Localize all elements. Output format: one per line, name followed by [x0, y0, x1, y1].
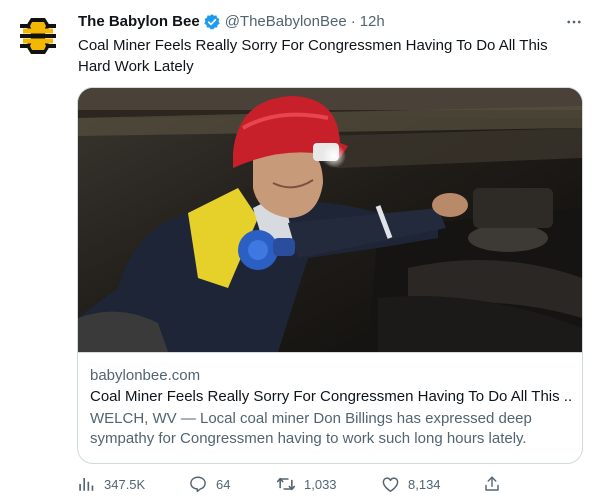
- card-description: WELCH, WV — Local coal miner Don Billing…: [90, 410, 532, 447]
- author-handle[interactable]: @TheBabylonBee: [225, 12, 347, 32]
- like-count: 8,134: [408, 476, 441, 492]
- header-separator: ·: [350, 13, 356, 30]
- tweet-text: Coal Miner Feels Really Sorry For Congre…: [78, 37, 548, 75]
- bee-logo-icon: [20, 18, 56, 54]
- views-count: 347.5K: [104, 476, 146, 492]
- tweet-timestamp[interactable]: 12h: [360, 12, 385, 32]
- analytics-icon: [76, 474, 96, 494]
- share-button[interactable]: [482, 472, 502, 496]
- reply-count: 64: [216, 476, 231, 492]
- retweet-button[interactable]: 1,033: [276, 472, 337, 496]
- avatar[interactable]: [14, 12, 62, 60]
- card-divider: [78, 352, 582, 353]
- card-title[interactable]: Coal Miner Feels Really Sorry For Congre…: [90, 387, 572, 407]
- more-options-icon[interactable]: [564, 12, 584, 32]
- like-button[interactable]: 8,134: [380, 472, 441, 496]
- tweet[interactable]: The Babylon Bee @TheBabylonBee · 12h Coa…: [0, 0, 598, 504]
- share-icon: [482, 474, 502, 494]
- verified-badge-icon: [203, 13, 221, 31]
- coal-miner-photo[interactable]: [78, 88, 582, 352]
- heart-icon: [380, 474, 400, 494]
- author-display-name[interactable]: The Babylon Bee: [78, 12, 200, 32]
- retweet-icon: [276, 474, 296, 494]
- reply-button[interactable]: 64: [188, 472, 230, 496]
- retweet-count: 1,033: [304, 476, 337, 492]
- views-button[interactable]: 347.5K: [76, 472, 145, 496]
- reply-icon: [188, 474, 208, 494]
- tweet-header: The Babylon Bee @TheBabylonBee · 12h: [78, 12, 385, 32]
- tweet-actions: 347.5K 64 1,033 8,134: [76, 472, 499, 496]
- link-card[interactable]: babylonbee.com Coal Miner Feels Really S…: [77, 87, 583, 464]
- card-domain[interactable]: babylonbee.com: [90, 366, 200, 386]
